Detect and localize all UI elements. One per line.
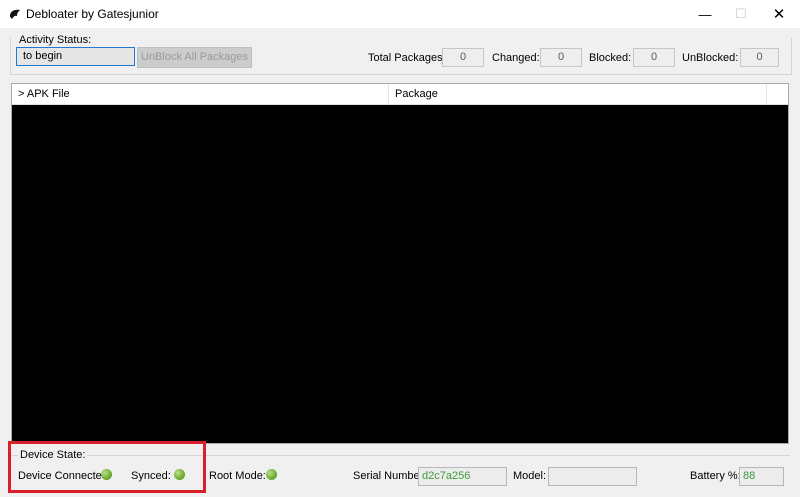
changed-value: 0 — [540, 48, 582, 67]
total-packages-label: Total Packages: — [368, 52, 446, 64]
window-title: Debloater by Gatesjunior — [26, 7, 159, 21]
root-mode-label: Root Mode: — [209, 470, 266, 482]
model-value — [548, 467, 637, 486]
unblocked-value: 0 — [740, 48, 779, 67]
minimize-button[interactable]: — — [686, 0, 724, 28]
total-packages-value: 0 — [442, 48, 484, 67]
unblocked-label: UnBlocked: — [682, 52, 739, 64]
battery-label: Battery %: — [690, 470, 741, 482]
close-button[interactable]: ✕ — [760, 0, 798, 28]
table-header: > APK File Package — [12, 84, 788, 105]
activity-status-label: Activity Status: — [17, 34, 94, 46]
activity-status-field[interactable]: to begin — [16, 47, 135, 66]
debloater-app-icon — [10, 9, 20, 19]
root-mode-indicator-icon — [266, 469, 277, 480]
blocked-label: Blocked: — [589, 52, 632, 64]
model-label: Model: — [513, 470, 547, 482]
serial-number-value: d2c7a256 — [418, 467, 507, 486]
package-table[interactable]: > APK File Package — [11, 83, 789, 444]
unblock-all-packages-button[interactable]: UnBlock All Packages — [137, 47, 252, 68]
changed-label: Changed: — [492, 52, 540, 64]
column-header-package[interactable]: Package — [389, 84, 767, 104]
column-header-apk-file[interactable]: > APK File — [12, 84, 389, 104]
highlight-box — [8, 441, 206, 493]
battery-value: 88 — [739, 467, 784, 486]
serial-number-label: Serial Number: — [353, 470, 427, 482]
maximize-button[interactable]: ☐ — [722, 0, 760, 28]
blocked-value: 0 — [633, 48, 675, 67]
